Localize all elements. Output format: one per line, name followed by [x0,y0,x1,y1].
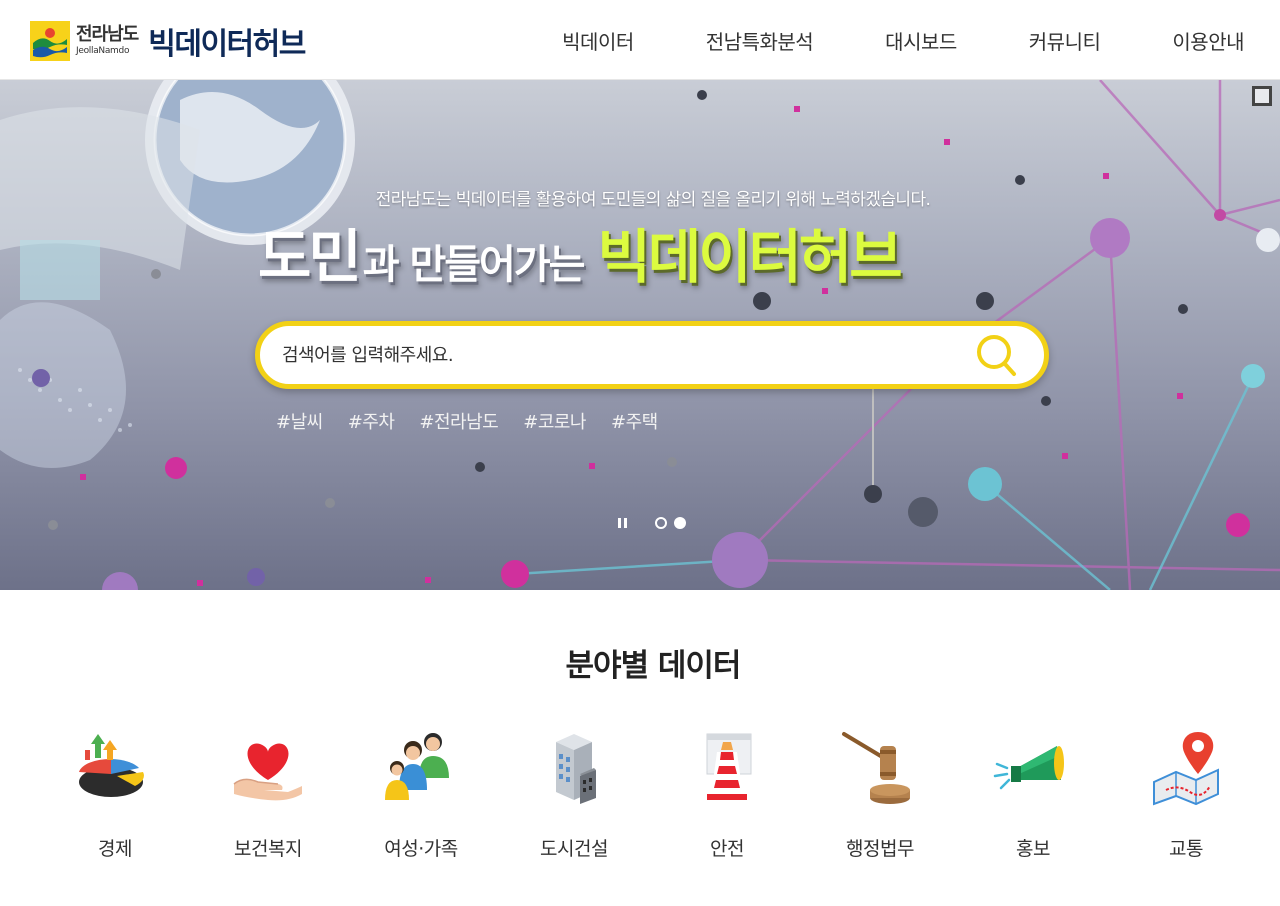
search-input[interactable] [282,340,962,370]
logo-english-text: JeollaNamdo [76,46,130,56]
logo-korean-text: 전라남도 [76,24,139,45]
hero-title: 도민 과 만들어가는 빅데이터허브 [258,214,903,294]
category-health-welfare[interactable]: 보건복지 [193,728,343,868]
category-transport[interactable]: 교통 [1111,728,1261,868]
hero-title-part3: 빅데이터허브 [597,223,902,291]
tag-parking[interactable]: #주차 [348,408,395,434]
site-title: 빅데이터허브 [148,27,306,62]
category-safety[interactable]: 안전 [652,728,802,868]
search-button[interactable] [974,332,1018,378]
category-label: 경제 [98,838,132,860]
popular-tags: #날씨 #주차 #전라남도 #코로나 #주택 [276,408,683,434]
category-label: 여성·가족 [384,838,458,860]
main-nav: 빅데이터 전남특화분석 대시보드 커뮤니티 이용안내 [562,0,1244,80]
search-box [255,321,1049,389]
tag-weather[interactable]: #날씨 [276,408,323,434]
category-publicity[interactable]: 홍보 [958,728,1108,868]
site-header: 전라남도 JeollaNamdo 빅데이터허브 빅데이터 전남특화분석 대시보드… [0,0,1280,80]
jeollanamdo-emblem-icon [30,21,70,61]
banner-stop-toggle-button[interactable] [1252,86,1272,106]
tag-corona[interactable]: #코로나 [523,408,586,434]
nav-community[interactable]: 커뮤니티 [1029,26,1101,55]
family-icon [385,733,449,800]
slide-controls [612,514,702,532]
nav-bigdata[interactable]: 빅데이터 [562,26,634,55]
tag-housing[interactable]: #주택 [611,408,658,434]
category-section: 분야별 데이터 경제 보건복지 여성·가족 도시건설 안전 행정법무 홍보 교통 [0,590,1280,906]
category-economy[interactable]: 경제 [40,728,190,868]
pause-icon[interactable] [615,516,629,530]
section-title: 분야별 데이터 [565,648,742,684]
nav-dashboard[interactable]: 대시보드 [885,26,957,55]
map-pin-icon [1153,732,1219,806]
safety-cone-icon [706,733,752,800]
category-label: 보건복지 [234,838,302,860]
tag-jeollanamdo[interactable]: #전라남도 [419,408,498,434]
category-women-family[interactable]: 여성·가족 [346,728,496,868]
megaphone-icon [993,746,1064,790]
slide-dot-1[interactable] [655,517,667,529]
category-label: 도시건설 [540,838,608,860]
hero-banner: 전라남도는 빅데이터를 활용하여 도민들의 삶의 질을 올리기 위해 노력하겠습… [0,80,1280,590]
gavel-icon [842,732,910,804]
category-urban-construction[interactable]: 도시건설 [499,728,649,868]
jeollanamdo-logo[interactable]: 전라남도 JeollaNamdo 빅데이터허브 [30,20,306,62]
slide-dot-2-active[interactable] [674,517,686,529]
building-icon [556,734,596,804]
category-administration-law[interactable]: 행정법무 [805,728,955,868]
economy-chart-icon [79,734,144,797]
category-label: 홍보 [1016,838,1050,860]
category-label: 안전 [710,838,744,860]
nav-guide[interactable]: 이용안내 [1172,26,1244,55]
category-label: 교통 [1169,838,1203,860]
hero-title-part1: 도민 [258,223,362,291]
hero-title-part2: 과 만들어가는 [362,242,586,288]
category-label: 행정법무 [846,838,914,860]
search-icon [977,335,1016,376]
heart-hand-icon [233,743,302,801]
hero-subtitle: 전라남도는 빅데이터를 활용하여 도민들의 삶의 질을 올리기 위해 노력하겠습… [375,190,931,210]
nav-jeonnam-analysis[interactable]: 전남특화분석 [706,26,814,55]
